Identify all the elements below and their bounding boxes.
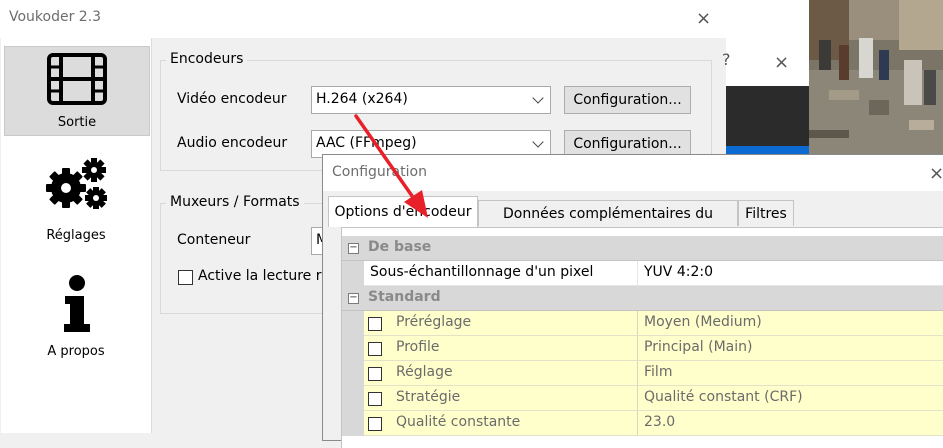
close-icon[interactable]: × — [929, 165, 943, 183]
chevron-down-icon — [532, 92, 544, 104]
property-value: Qualité constant (CRF) — [644, 389, 803, 405]
chevron-down-icon — [532, 136, 544, 148]
property-name: Qualité constante — [396, 414, 521, 430]
row-gutter — [342, 411, 364, 436]
category-label: Standard — [368, 289, 441, 305]
background-window: ? × — [722, 38, 809, 86]
background-photo — [809, 0, 943, 158]
property-row[interactable]: Profile Principal (Main) — [342, 336, 943, 361]
category-label: De base — [368, 239, 432, 255]
video-encoder-label: Vidéo encodeur — [177, 91, 287, 107]
sidebar-item-sortie[interactable]: Sortie — [4, 46, 150, 136]
tab-filtres[interactable]: Filtres — [738, 200, 794, 226]
row-gutter — [342, 361, 364, 386]
info-icon — [64, 275, 90, 332]
container-label: Conteneur — [177, 232, 251, 248]
property-name: Réglage — [396, 364, 453, 380]
muxers-group-label: Muxeurs / Formats — [166, 194, 304, 210]
collapse-icon[interactable]: − — [348, 293, 359, 304]
sidebar-item-label: Sortie — [57, 115, 97, 130]
property-checkbox[interactable] — [368, 317, 382, 331]
encoders-group-label: Encodeurs — [166, 51, 248, 67]
help-icon[interactable]: ? — [722, 52, 731, 68]
property-name: Préréglage — [396, 314, 472, 330]
property-row[interactable]: Stratégie Qualité constant (CRF) — [342, 386, 943, 411]
sidebar-item-label: Réglages — [46, 228, 106, 243]
configuration-window: Configuration × Options d'encodeur Donné… — [322, 154, 943, 448]
fast-start-checkbox[interactable] — [178, 270, 193, 285]
street-photo-image — [809, 0, 943, 158]
property-value-cell[interactable]: Qualité constant (CRF) — [638, 386, 943, 411]
property-name-cell: Préréglage — [364, 311, 638, 336]
property-name: Profile — [396, 339, 440, 355]
property-name-cell: Réglage — [364, 361, 638, 386]
property-name: Stratégie — [396, 389, 461, 405]
property-value: YUV 4:2:0 — [644, 264, 713, 280]
film-strip-icon — [47, 53, 107, 105]
property-name-cell: Stratégie — [364, 386, 638, 411]
sidebar: Sortie Réglages A propos — [1, 38, 152, 433]
property-row[interactable]: Qualité constante 23.0 — [342, 411, 943, 436]
property-value: Film — [644, 364, 673, 380]
tab-donnees-format[interactable]: Données complémentaires du format — [478, 200, 738, 248]
category-row[interactable]: − Standard — [342, 286, 943, 311]
tab-options-encodeur[interactable]: Options d'encodeur — [328, 196, 478, 227]
config-title-bar: Configuration × — [323, 155, 943, 191]
video-config-button[interactable]: Configuration... — [564, 86, 691, 114]
property-value-cell[interactable]: Moyen (Medium) — [638, 311, 943, 336]
row-gutter — [342, 336, 364, 361]
row-gutter — [342, 261, 364, 286]
audio-encoder-label: Audio encodeur — [177, 135, 288, 151]
sidebar-item-reglages[interactable]: Réglages — [4, 154, 148, 250]
property-value-cell[interactable]: 23.0 — [638, 411, 943, 436]
property-checkbox[interactable] — [368, 342, 382, 356]
property-row[interactable]: Réglage Film — [342, 361, 943, 386]
property-row[interactable]: Préréglage Moyen (Medium) — [342, 311, 943, 336]
video-encoder-value: H.264 (x264) — [316, 91, 408, 107]
property-name-cell: Profile — [364, 336, 638, 361]
property-name: Sous-échantillonnage d'un pixel — [370, 264, 594, 280]
row-gutter — [342, 311, 364, 336]
property-name-cell: Sous-échantillonnage d'un pixel — [364, 261, 638, 286]
property-checkbox[interactable] — [368, 367, 382, 381]
property-checkbox[interactable] — [368, 417, 382, 431]
gears-icon — [46, 158, 107, 209]
property-value-cell[interactable]: Principal (Main) — [638, 336, 943, 361]
video-encoder-select[interactable]: H.264 (x264) — [311, 86, 551, 114]
background-window-top — [726, 0, 809, 38]
config-window-title: Configuration — [332, 164, 427, 180]
property-value-cell[interactable]: Film — [638, 361, 943, 386]
window-title: Voukoder 2.3 — [9, 9, 102, 25]
property-value-cell[interactable]: YUV 4:2:0 — [638, 261, 943, 286]
property-grid: − De base Sous-échantillonnage d'un pixe… — [341, 227, 943, 448]
fast-start-label: Active la lecture rap — [198, 268, 339, 284]
property-value: Moyen (Medium) — [644, 314, 762, 330]
collapse-icon[interactable]: − — [348, 243, 359, 254]
background-dark-panel — [726, 86, 809, 146]
sidebar-item-label: A propos — [47, 344, 105, 359]
audio-encoder-value: AAC (FFmpeg) — [316, 135, 417, 151]
property-checkbox[interactable] — [368, 392, 382, 406]
row-gutter — [342, 386, 364, 411]
property-value: Principal (Main) — [644, 339, 753, 355]
close-icon[interactable]: × — [696, 10, 711, 28]
property-row[interactable]: Sous-échantillonnage d'un pixel YUV 4:2:… — [342, 261, 943, 286]
category-row[interactable]: − De base — [342, 236, 943, 261]
property-name-cell: Qualité constante — [364, 411, 638, 436]
close-icon[interactable]: × — [774, 54, 789, 72]
sidebar-item-a-propos[interactable]: A propos — [4, 270, 148, 370]
property-value: 23.0 — [644, 414, 676, 430]
title-bar: Voukoder 2.3 × — [0, 0, 726, 38]
